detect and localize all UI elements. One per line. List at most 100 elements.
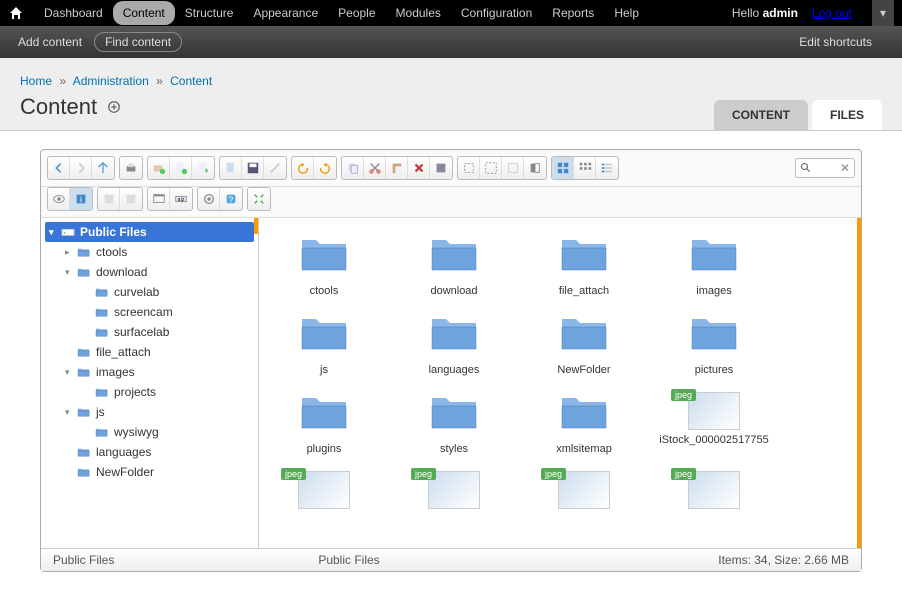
folder-file_attach[interactable]: file_attach [529,228,639,297]
undo-button[interactable] [292,157,314,179]
menu-help[interactable]: Help [604,1,649,25]
view-icons-button[interactable] [552,157,574,179]
properties-button[interactable] [430,157,452,179]
cut-button[interactable] [364,157,386,179]
menu-reports[interactable]: Reports [542,1,604,25]
folder-ctools[interactable]: ctools [269,228,379,297]
tree-item-js[interactable]: ▾js [45,402,254,422]
save-button[interactable] [242,157,264,179]
clear-search-icon[interactable]: ✕ [840,161,850,175]
tree-item-file_attach[interactable]: file_attach [45,342,254,362]
print-button[interactable] [120,157,142,179]
edit-shortcuts-link[interactable]: Edit shortcuts [799,35,872,49]
file-item[interactable]: jpeg [399,465,509,513]
file-grid[interactable]: ctools download file_attach images js languag… [259,218,861,548]
menu-people[interactable]: People [328,1,385,25]
folder-tree[interactable]: ▾ Public Files ▸ctools▾downloadcurvelabs… [41,218,259,548]
preview-button[interactable] [48,188,70,210]
tree-item-projects[interactable]: projects [45,382,254,402]
tree-item-curvelab[interactable]: curvelab [45,282,254,302]
logout-link[interactable]: Log out [812,6,852,20]
tool2-button[interactable] [120,188,142,210]
open-button[interactable] [220,157,242,179]
settings-button[interactable] [198,188,220,210]
folder-pictures[interactable]: pictures [659,307,769,376]
file-item[interactable]: jpegiStock_000002517755 [659,386,769,455]
status-right: Items: 34, Size: 2.66 MB [584,553,849,567]
search-input[interactable] [812,162,840,174]
folder-download[interactable]: download [399,228,509,297]
file-item[interactable]: jpeg [659,465,769,513]
menu-modules[interactable]: Modules [386,1,451,25]
status-bar: Public Files Public Files Items: 34, Siz… [41,548,861,571]
tree-item-ctools[interactable]: ▸ctools [45,242,254,262]
folder-plugins[interactable]: plugins [269,386,379,455]
add-icon[interactable] [107,100,121,114]
folder-xmlsitemap[interactable]: xmlsitemap [529,386,639,455]
up-button[interactable] [92,157,114,179]
svg-text:i: i [80,195,82,205]
folder-languages[interactable]: languages [399,307,509,376]
admin-menu-items: DashboardContentStructureAppearancePeopl… [34,1,649,25]
breadcrumb-admin[interactable]: Administration [73,74,149,88]
folder-images[interactable]: images [659,228,769,297]
new-file-button[interactable] [170,157,192,179]
folder-js[interactable]: js [269,307,379,376]
search-box[interactable]: ✕ [795,158,855,178]
drive-icon [61,226,75,238]
shortcut-bar: Add content Find content Edit shortcuts [0,26,902,58]
menu-appearance[interactable]: Appearance [243,1,328,25]
breadcrumb-content[interactable]: Content [170,74,212,88]
tree-item-wysiwyg[interactable]: wysiwyg [45,422,254,442]
env-dropdown[interactable]: ▾ [872,0,894,26]
tree-item-newfolder[interactable]: NewFolder [45,462,254,482]
breadcrumb-home[interactable]: Home [20,74,52,88]
edit-button[interactable] [264,157,286,179]
help-button[interactable]: ? [220,188,242,210]
view-small-button[interactable] [574,157,596,179]
content-region: ✕ i a|z ? [0,131,902,590]
status-mid: Public Files [318,553,583,567]
folder-styles[interactable]: styles [399,386,509,455]
menu-configuration[interactable]: Configuration [451,1,542,25]
window-button[interactable] [148,188,170,210]
tree-item-images[interactable]: ▾images [45,362,254,382]
forward-button[interactable] [70,157,92,179]
select-all-button[interactable] [480,157,502,179]
tab-content[interactable]: CONTENT [714,100,808,130]
svg-text:?: ? [229,196,234,205]
info-button[interactable]: i [70,188,92,210]
paste-button[interactable] [386,157,408,179]
fm-toolbar-row1: ✕ [41,150,861,187]
redo-button[interactable] [314,157,336,179]
file-item[interactable]: jpeg [529,465,639,513]
select-button[interactable] [458,157,480,179]
menu-content[interactable]: Content [113,1,175,25]
delete-button[interactable] [408,157,430,179]
tab-files[interactable]: FILES [812,100,882,130]
file-item[interactable]: jpeg [269,465,379,513]
home-icon[interactable] [8,5,24,21]
rename-button[interactable]: a|z [170,188,192,210]
tool1-button[interactable] [98,188,120,210]
expand-button[interactable] [248,188,270,210]
tree-item-surfacelab[interactable]: surfacelab [45,322,254,342]
invert-button[interactable] [524,157,546,179]
deselect-button[interactable] [502,157,524,179]
tree-item-screencam[interactable]: screencam [45,302,254,322]
new-folder-button[interactable] [148,157,170,179]
back-button[interactable] [48,157,70,179]
menu-dashboard[interactable]: Dashboard [34,1,113,25]
folder-newfolder[interactable]: NewFolder [529,307,639,376]
tree-item-download[interactable]: ▾download [45,262,254,282]
tree-root[interactable]: ▾ Public Files [45,222,254,242]
copy-button[interactable] [342,157,364,179]
upload-button[interactable] [192,157,214,179]
find-content-link[interactable]: Find content [94,32,182,52]
menu-structure[interactable]: Structure [175,1,244,25]
status-left: Public Files [53,553,318,567]
search-icon [800,162,812,174]
view-list-button[interactable] [596,157,618,179]
add-content-link[interactable]: Add content [18,35,82,49]
tree-item-languages[interactable]: languages [45,442,254,462]
